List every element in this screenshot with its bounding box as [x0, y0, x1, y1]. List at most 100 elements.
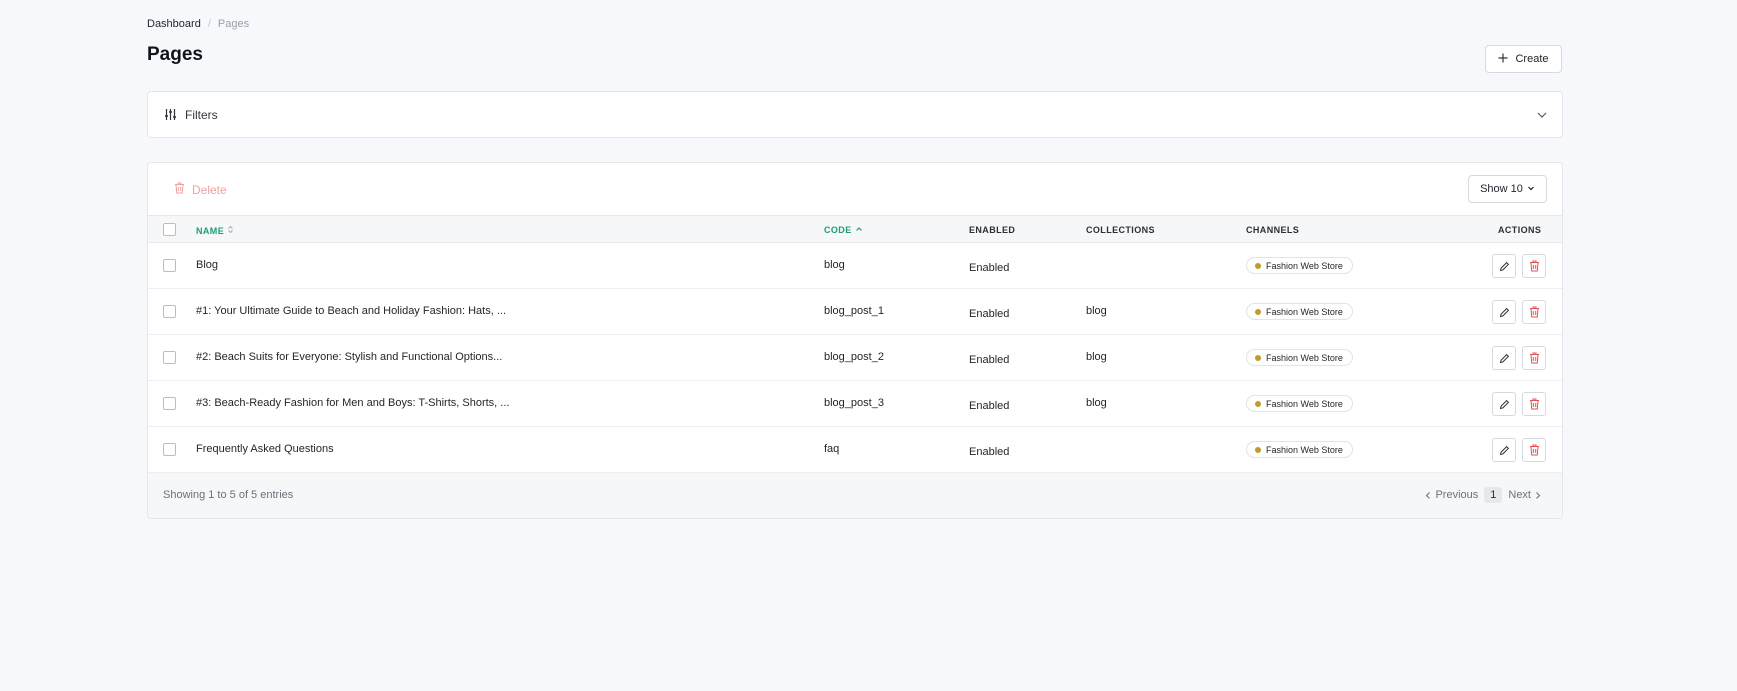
row-code: blog — [824, 259, 845, 271]
column-header-actions: ACTIONS — [1498, 225, 1542, 235]
pencil-icon — [1499, 399, 1509, 409]
row-enabled-status: Enabled — [969, 446, 1010, 458]
edit-button[interactable] — [1492, 392, 1516, 416]
filters-label: Filters — [185, 108, 218, 122]
row-name-link[interactable]: #1: Your Ultimate Guide to Beach and Hol… — [196, 305, 506, 317]
create-button-label: Create — [1515, 53, 1549, 65]
row-collections: blog — [1086, 397, 1107, 409]
page-1-button[interactable]: 1 — [1484, 487, 1503, 503]
next-page-button[interactable]: Next — [1508, 489, 1542, 501]
delete-row-button[interactable] — [1522, 254, 1546, 278]
delete-button[interactable]: Delete — [174, 182, 227, 197]
channel-dot-icon — [1255, 354, 1261, 361]
row-code: blog_post_2 — [824, 351, 884, 363]
table-row: #2: Beach Suits for Everyone: Stylish an… — [148, 335, 1562, 381]
delete-row-button[interactable] — [1522, 392, 1546, 416]
row-name-link[interactable]: Blog — [196, 259, 218, 271]
trash-icon — [1529, 260, 1539, 272]
table-row: Blog blog Enabled Fashion Web Store — [148, 243, 1562, 289]
table-row: #1: Your Ultimate Guide to Beach and Hol… — [148, 289, 1562, 335]
row-enabled-status: Enabled — [969, 354, 1010, 366]
table-footer: Showing 1 to 5 of 5 entries Previous 1 N… — [148, 473, 1562, 518]
row-checkbox[interactable] — [163, 397, 176, 410]
edit-button[interactable] — [1492, 346, 1516, 370]
sliders-icon — [164, 108, 177, 126]
breadcrumb-dashboard-link[interactable]: Dashboard — [147, 18, 201, 30]
pages-table-card: Delete Show 10 NAME CODE ENABLED COLLECT… — [147, 162, 1563, 519]
column-header-enabled: ENABLED — [969, 225, 1016, 235]
delete-row-button[interactable] — [1522, 300, 1546, 324]
entries-summary: Showing 1 to 5 of 5 entries — [163, 489, 294, 501]
channel-badge-label: Fashion Web Store — [1266, 398, 1343, 409]
row-checkbox[interactable] — [163, 259, 176, 272]
channel-badge-label: Fashion Web Store — [1266, 444, 1343, 455]
row-enabled-status: Enabled — [969, 400, 1010, 412]
delete-button-label: Delete — [192, 182, 227, 197]
delete-row-button[interactable] — [1522, 438, 1546, 462]
filters-panel[interactable]: Filters — [147, 91, 1563, 138]
row-enabled-status: Enabled — [969, 262, 1010, 274]
edit-button[interactable] — [1492, 300, 1516, 324]
edit-button[interactable] — [1492, 438, 1516, 462]
column-header-name-label: NAME — [196, 225, 225, 236]
select-all-checkbox[interactable] — [163, 223, 176, 236]
breadcrumb-separator: / — [207, 18, 211, 30]
row-collections: blog — [1086, 305, 1107, 317]
trash-icon — [1529, 398, 1539, 410]
channel-badge: Fashion Web Store — [1246, 257, 1353, 274]
channel-dot-icon — [1255, 446, 1261, 453]
row-code: blog_post_1 — [824, 305, 884, 317]
chevron-right-icon — [1536, 491, 1541, 499]
channel-badge: Fashion Web Store — [1246, 441, 1353, 458]
trash-icon — [1529, 444, 1539, 456]
channel-dot-icon — [1255, 400, 1261, 407]
show-entries-label: Show 10 — [1480, 183, 1523, 195]
chevron-left-icon — [1426, 491, 1431, 499]
channel-badge: Fashion Web Store — [1246, 303, 1353, 320]
show-entries-select[interactable]: Show 10 — [1468, 175, 1547, 203]
plus-icon — [1498, 53, 1508, 66]
chevron-down-icon — [1527, 183, 1535, 195]
trash-icon — [1529, 306, 1539, 318]
previous-page-button[interactable]: Previous — [1424, 489, 1478, 501]
table-row: Frequently Asked Questions faq Enabled F… — [148, 427, 1562, 473]
channel-dot-icon — [1255, 262, 1261, 269]
channel-badge-label: Fashion Web Store — [1266, 260, 1343, 271]
breadcrumb-current: Pages — [217, 18, 250, 30]
row-checkbox[interactable] — [163, 305, 176, 318]
channel-badge: Fashion Web Store — [1246, 395, 1353, 412]
pencil-icon — [1499, 353, 1509, 363]
row-name-link[interactable]: #2: Beach Suits for Everyone: Stylish an… — [196, 351, 502, 363]
channel-dot-icon — [1255, 308, 1261, 315]
row-name-link[interactable]: Frequently Asked Questions — [196, 443, 334, 455]
sort-icon — [227, 225, 234, 236]
column-header-code-label: CODE — [824, 225, 852, 235]
pagination: Previous 1 Next — [1424, 487, 1542, 503]
table-header: NAME CODE ENABLED COLLECTIONS CHANNELS A… — [148, 215, 1562, 243]
column-header-name[interactable]: NAME — [196, 225, 234, 236]
pencil-icon — [1499, 445, 1509, 455]
table-row: #3: Beach-Ready Fashion for Men and Boys… — [148, 381, 1562, 427]
breadcrumb: Dashboard / Pages — [147, 18, 249, 30]
row-name-link[interactable]: #3: Beach-Ready Fashion for Men and Boys… — [196, 397, 509, 409]
row-checkbox[interactable] — [163, 351, 176, 364]
trash-icon — [174, 182, 185, 197]
row-checkbox[interactable] — [163, 443, 176, 456]
next-label: Next — [1508, 489, 1531, 501]
channel-badge: Fashion Web Store — [1246, 349, 1353, 366]
chevron-down-icon[interactable] — [1536, 108, 1548, 126]
create-button[interactable]: Create — [1485, 45, 1562, 73]
row-enabled-status: Enabled — [969, 308, 1010, 320]
delete-row-button[interactable] — [1522, 346, 1546, 370]
table-toolbar: Delete Show 10 — [148, 163, 1562, 215]
sort-ascending-icon — [855, 225, 863, 235]
column-header-code[interactable]: CODE — [824, 225, 863, 235]
previous-label: Previous — [1435, 489, 1479, 501]
column-header-collections: COLLECTIONS — [1086, 225, 1155, 235]
trash-icon — [1529, 352, 1539, 364]
row-code: blog_post_3 — [824, 397, 884, 409]
channel-badge-label: Fashion Web Store — [1266, 352, 1343, 363]
page-title: Pages — [147, 44, 203, 65]
edit-button[interactable] — [1492, 254, 1516, 278]
pencil-icon — [1499, 261, 1509, 271]
